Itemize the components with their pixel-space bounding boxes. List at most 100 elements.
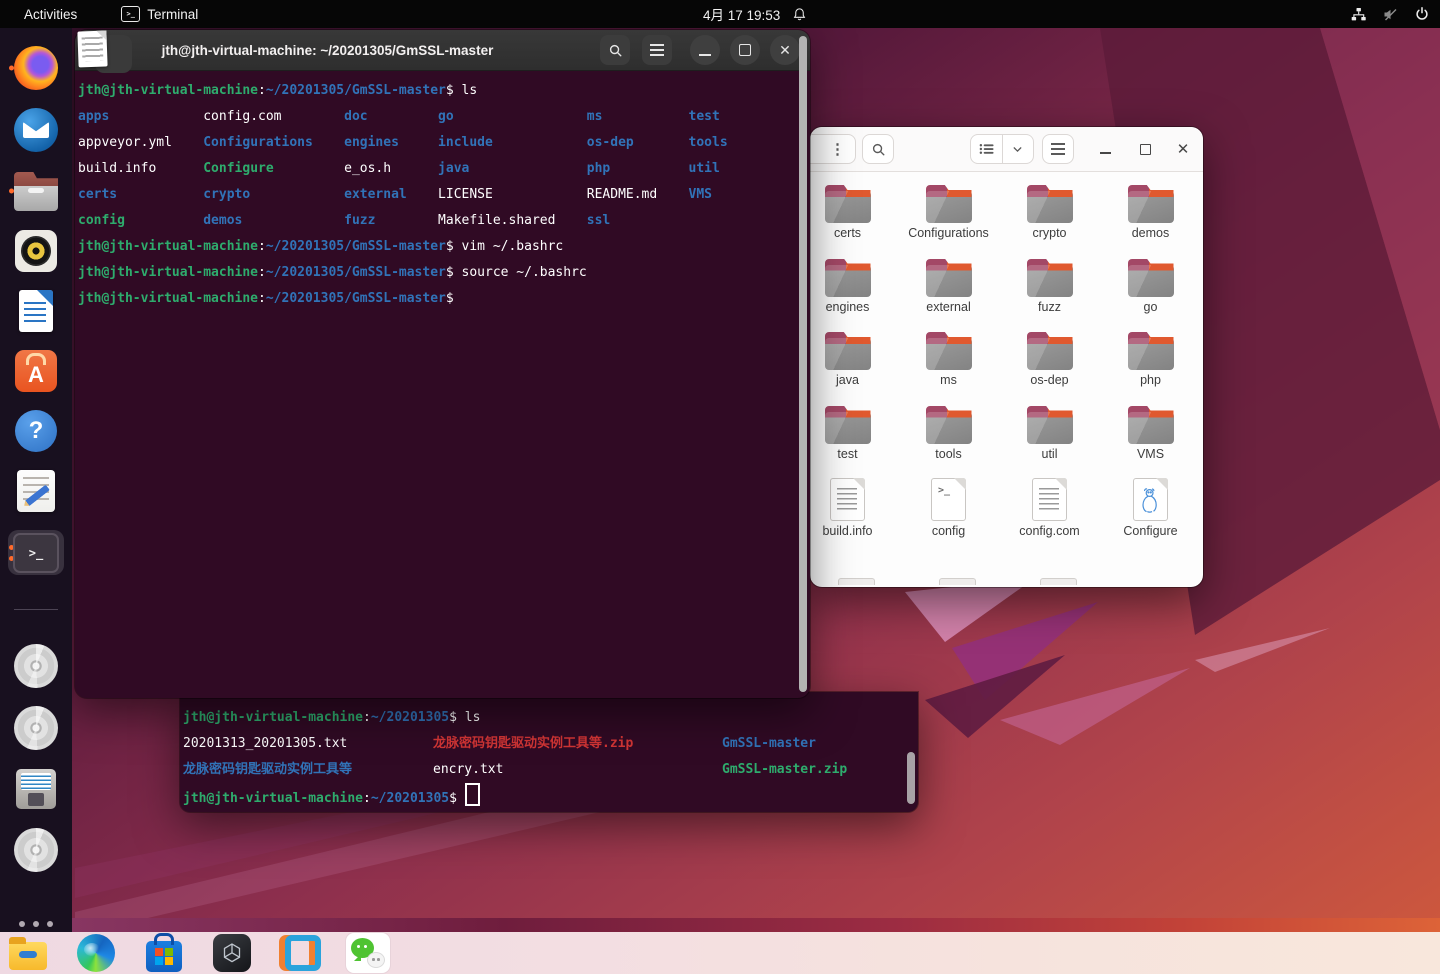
files-icon bbox=[14, 178, 58, 211]
file-item-label: config.com bbox=[1019, 524, 1080, 538]
terminal-titlebar[interactable]: jth@jth-virtual-machine: ~/20201305/GmSS… bbox=[75, 30, 810, 71]
folder-icon bbox=[925, 191, 972, 223]
maximize-icon[interactable] bbox=[730, 35, 760, 65]
folder-icon bbox=[925, 264, 972, 297]
taskbar-item-file-explorer[interactable] bbox=[6, 933, 50, 973]
ubuntu-software-icon: A bbox=[15, 349, 57, 392]
file-item[interactable]: engines bbox=[810, 258, 898, 332]
files-header: ⋮ ✕ bbox=[810, 127, 1203, 172]
file-item-label: test bbox=[837, 446, 858, 461]
taskbar-item-edge[interactable] bbox=[74, 933, 118, 973]
dock-item-show-apps[interactable] bbox=[8, 890, 64, 932]
terminal-line: 龙脉密码钥匙驱动实例工具等 encry.txt GmSSL-master.zip bbox=[183, 762, 848, 777]
dock-item-terminal[interactable]: >_ bbox=[8, 529, 64, 576]
file-item[interactable]: tools bbox=[898, 405, 999, 479]
terminal-line: 20201313_20201305.txt 龙脉密码钥匙驱动实例工具等.zip Gm… bbox=[183, 736, 816, 751]
vmware-icon bbox=[278, 934, 322, 972]
activities-button[interactable]: Activities bbox=[18, 7, 83, 22]
dock-item-disc[interactable] bbox=[8, 644, 64, 689]
menu-icon[interactable] bbox=[642, 35, 672, 65]
terminal-icon: >_ bbox=[13, 532, 59, 573]
file-item[interactable]: certs bbox=[810, 184, 898, 258]
file-item[interactable]: config.com bbox=[999, 478, 1100, 552]
dock-item-text-editor[interactable] bbox=[8, 469, 64, 512]
firefox-icon bbox=[14, 46, 58, 90]
taskbar-item-wechat[interactable] bbox=[346, 933, 390, 973]
file-item[interactable]: crypto bbox=[999, 184, 1100, 258]
wechat-icon bbox=[351, 938, 385, 968]
taskbar-item-vmware[interactable] bbox=[278, 933, 322, 973]
taskbar-item-cube-app[interactable] bbox=[210, 933, 254, 973]
maximize-icon[interactable] bbox=[1135, 139, 1155, 159]
file-item-label: crypto bbox=[1032, 226, 1067, 240]
file-item[interactable]: util bbox=[999, 405, 1100, 479]
file-item[interactable]: Configurations bbox=[898, 184, 999, 258]
terminal-app-icon: >_ bbox=[121, 6, 141, 22]
dock-item-libreoffice-writer[interactable] bbox=[8, 289, 64, 332]
file-item[interactable]: ms bbox=[898, 331, 999, 405]
file-item-label: php bbox=[1140, 373, 1161, 387]
files-window: ⋮ ✕ certs Configurations crypto demos engine… bbox=[810, 127, 1203, 587]
file-item[interactable]: test bbox=[810, 405, 898, 479]
dock-item-disc[interactable] bbox=[8, 828, 64, 873]
cube-app-icon bbox=[213, 934, 251, 972]
file-item[interactable]: os-dep bbox=[999, 331, 1100, 405]
doc-icon bbox=[830, 478, 865, 521]
file-item-label: go bbox=[1143, 299, 1158, 314]
disc-icon bbox=[14, 644, 58, 689]
system-status-area[interactable] bbox=[1350, 0, 1430, 28]
terminal-front-scrollbar[interactable] bbox=[799, 36, 807, 692]
minimize-icon[interactable] bbox=[1095, 139, 1115, 159]
terminal-front-body[interactable]: jth@jth-virtual-machine:~/20201305/GmSSL… bbox=[75, 70, 796, 698]
minimize-icon[interactable] bbox=[690, 35, 720, 65]
file-item[interactable]: external bbox=[898, 258, 999, 332]
file-item-label: config bbox=[931, 524, 966, 538]
help-icon: ? bbox=[15, 409, 57, 452]
main-menu-icon[interactable] bbox=[1042, 134, 1074, 164]
more-options-icon[interactable]: ⋮ bbox=[810, 134, 856, 164]
file-item[interactable]: go bbox=[1100, 258, 1201, 332]
close-icon[interactable]: ✕ bbox=[770, 35, 800, 65]
search-icon[interactable] bbox=[862, 134, 894, 164]
dock-item-disc[interactable] bbox=[8, 706, 64, 751]
text-editor-icon bbox=[17, 469, 55, 512]
file-item[interactable]: php bbox=[1100, 331, 1201, 405]
file-item[interactable]: java bbox=[810, 331, 898, 405]
file-item[interactable]: Configure bbox=[1100, 478, 1201, 552]
dock-item-help[interactable]: ? bbox=[8, 409, 64, 452]
terminal-back-scrollbar[interactable] bbox=[907, 752, 915, 804]
file-item[interactable]: VMS bbox=[1100, 405, 1201, 479]
search-icon[interactable] bbox=[600, 35, 630, 65]
terminal-line: config demos fuzz Makefile.shared ssl bbox=[78, 213, 611, 228]
list-view-icon[interactable] bbox=[971, 135, 1003, 163]
dock-item-files[interactable] bbox=[8, 170, 64, 212]
terminal-back-body[interactable]: jth@jth-virtual-machine:~/20201305$ ls 20… bbox=[180, 692, 904, 812]
folder-icon bbox=[1026, 191, 1073, 223]
terminal-line: appveyor.yml Configurations engines incl… bbox=[78, 135, 728, 150]
network-icon bbox=[1351, 7, 1366, 20]
chevron-down-icon[interactable] bbox=[1003, 135, 1034, 163]
view-toggle[interactable] bbox=[970, 134, 1034, 164]
file-item[interactable]: fuzz bbox=[999, 258, 1100, 332]
dock-item-rhythmbox[interactable] bbox=[8, 229, 64, 272]
dock-item-firefox[interactable] bbox=[8, 46, 64, 90]
close-icon[interactable]: ✕ bbox=[1173, 139, 1193, 159]
taskbar-item-microsoft-store[interactable] bbox=[142, 933, 186, 973]
folder-icon bbox=[925, 411, 972, 444]
file-item[interactable]: config bbox=[898, 478, 999, 552]
terminal-line: jth@jth-virtual-machine:~/20201305/GmSSL… bbox=[78, 265, 587, 280]
document-chip[interactable] bbox=[77, 30, 140, 75]
dock-item-floppy[interactable] bbox=[8, 768, 64, 810]
clock[interactable]: 4月 17 19:53 bbox=[703, 0, 807, 28]
terminal-line: apps config.com doc go ms test bbox=[78, 109, 720, 124]
app-menu[interactable]: >_ Terminal bbox=[121, 6, 198, 22]
terminal-window-back[interactable]: jth@jth-virtual-machine:~/20201305$ ls 20… bbox=[180, 692, 918, 812]
dock: A? >_ bbox=[0, 28, 72, 932]
top-bar: Activities >_ Terminal 4月 17 19:53 bbox=[0, 0, 1440, 28]
folder-icon bbox=[925, 338, 972, 370]
file-item[interactable]: demos bbox=[1100, 184, 1201, 258]
dock-item-ubuntu-software[interactable]: A bbox=[8, 349, 64, 392]
dock-item-thunderbird[interactable] bbox=[8, 108, 64, 152]
file-item[interactable]: build.info bbox=[810, 478, 898, 552]
file-item-label: VMS bbox=[1136, 446, 1165, 461]
